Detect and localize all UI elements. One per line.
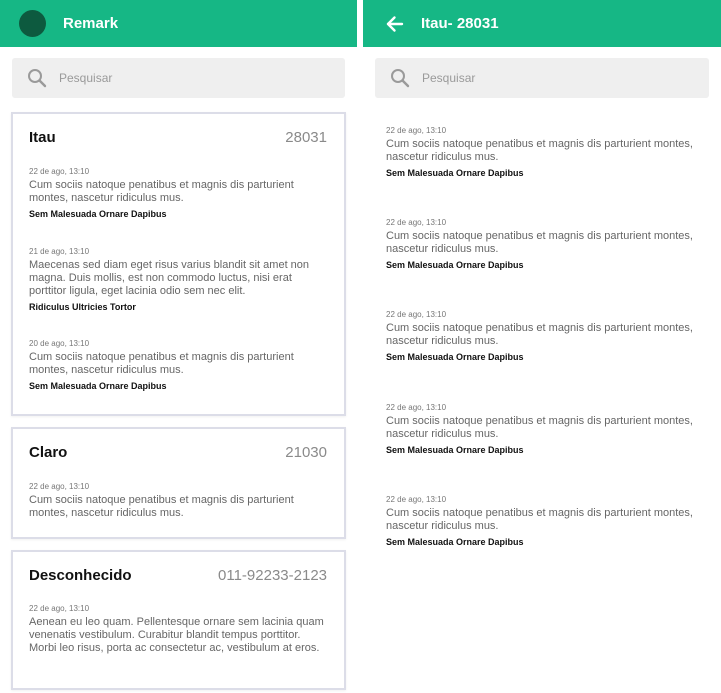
message-item[interactable]: 22 de ago, 13:10 Cum sociis natoque pena…: [386, 403, 706, 455]
message-date: 20 de ago, 13:10: [29, 339, 90, 348]
app-bar: Itau- 28031: [363, 0, 721, 47]
message-item[interactable]: 22 de ago, 13:10 Cum sociis natoque pena…: [386, 495, 706, 547]
conversation-title: Itau- 28031: [421, 15, 499, 32]
message-date: 22 de ago, 13:10: [29, 482, 90, 491]
message-item[interactable]: 22 de ago, 13:10 Cum sociis natoque pena…: [386, 218, 706, 270]
message-text: Cum sociis natoque penatibus et magnis d…: [386, 415, 693, 440]
message-signature: Sem Malesuada Ornare Dapibus: [29, 381, 167, 391]
contact-number: 28031: [285, 129, 327, 146]
avatar[interactable]: [19, 10, 46, 37]
search-icon[interactable]: [390, 68, 410, 88]
message-signature: Sem Malesuada Ornare Dapibus: [386, 352, 524, 362]
message-signature: Sem Malesuada Ornare Dapibus: [386, 168, 524, 178]
contact-card-itau[interactable]: Itau 28031 22 de ago, 13:10 Cum sociis n…: [11, 112, 346, 416]
message-date: 22 de ago, 13:10: [386, 126, 447, 135]
message-text: Cum sociis natoque penatibus et magnis d…: [386, 230, 693, 255]
contact-card-desconhecido[interactable]: Desconhecido 011-92233-2123 22 de ago, 1…: [11, 550, 346, 690]
message-date: 22 de ago, 13:10: [29, 604, 90, 613]
card-header: Desconhecido 011-92233-2123: [13, 567, 344, 584]
message-item[interactable]: 22 de ago, 13:10 Cum sociis natoque pena…: [386, 126, 706, 178]
message-text: Cum sociis natoque penatibus et magnis d…: [386, 322, 693, 347]
message-text: Cum sociis natoque penatibus et magnis d…: [386, 138, 693, 163]
contact-name: Itau: [29, 129, 56, 146]
message-entry[interactable]: 22 de ago, 13:10 Aenean eu leo quam. Pel…: [29, 604, 328, 655]
search-bar[interactable]: [12, 58, 345, 98]
message-text: Cum sociis natoque penatibus et magnis d…: [29, 351, 294, 376]
message-signature: Sem Malesuada Ornare Dapibus: [386, 445, 524, 455]
search-input[interactable]: [422, 71, 622, 85]
message-text: Cum sociis natoque penatibus et magnis d…: [29, 494, 294, 519]
message-date: 22 de ago, 13:10: [386, 495, 447, 504]
message-date: 22 de ago, 13:10: [386, 218, 447, 227]
message-signature: Ridiculus Ultricies Tortor: [29, 302, 136, 312]
contact-name: Claro: [29, 444, 68, 461]
message-date: 22 de ago, 13:10: [386, 403, 447, 412]
message-text: Maecenas sed diam eget risus varius blan…: [29, 259, 310, 297]
message-entry[interactable]: 20 de ago, 13:10 Cum sociis natoque pena…: [29, 339, 328, 391]
search-input[interactable]: [59, 71, 259, 85]
message-entry[interactable]: 22 de ago, 13:10 Cum sociis natoque pena…: [29, 482, 328, 520]
message-date: 21 de ago, 13:10: [29, 247, 90, 256]
message-signature: Sem Malesuada Ornare Dapibus: [29, 209, 167, 219]
contact-number: 21030: [285, 444, 327, 461]
app-bar: Remark: [0, 0, 357, 47]
search-icon[interactable]: [27, 68, 47, 88]
message-date: 22 de ago, 13:10: [386, 310, 447, 319]
message-signature: Sem Malesuada Ornare Dapibus: [386, 537, 524, 547]
card-header: Claro 21030: [13, 444, 344, 461]
contact-number: 011-92233-2123: [218, 567, 327, 584]
remark-list-screen: Remark Itau 28031 22 de ago, 13:10 Cum s…: [0, 0, 357, 693]
contact-card-claro[interactable]: Claro 21030 22 de ago, 13:10 Cum sociis …: [11, 427, 346, 539]
card-header: Itau 28031: [13, 129, 344, 146]
contact-name: Desconhecido: [29, 567, 132, 584]
message-signature: Sem Malesuada Ornare Dapibus: [386, 260, 524, 270]
message-entry[interactable]: 21 de ago, 13:10 Maecenas sed diam eget …: [29, 247, 328, 312]
conversation-screen: Itau- 28031 22 de ago, 13:10 Cum sociis …: [363, 0, 721, 693]
message-entry[interactable]: 22 de ago, 13:10 Cum sociis natoque pena…: [29, 167, 328, 219]
message-text: Cum sociis natoque penatibus et magnis d…: [386, 507, 693, 532]
message-text: Aenean eu leo quam. Pellentesque ornare …: [29, 616, 324, 654]
message-date: 22 de ago, 13:10: [29, 167, 90, 176]
app-title: Remark: [63, 15, 119, 32]
search-bar[interactable]: [375, 58, 709, 98]
arrow-back-icon[interactable]: [383, 12, 407, 36]
message-text: Cum sociis natoque penatibus et magnis d…: [29, 179, 294, 204]
message-item[interactable]: 22 de ago, 13:10 Cum sociis natoque pena…: [386, 310, 706, 362]
